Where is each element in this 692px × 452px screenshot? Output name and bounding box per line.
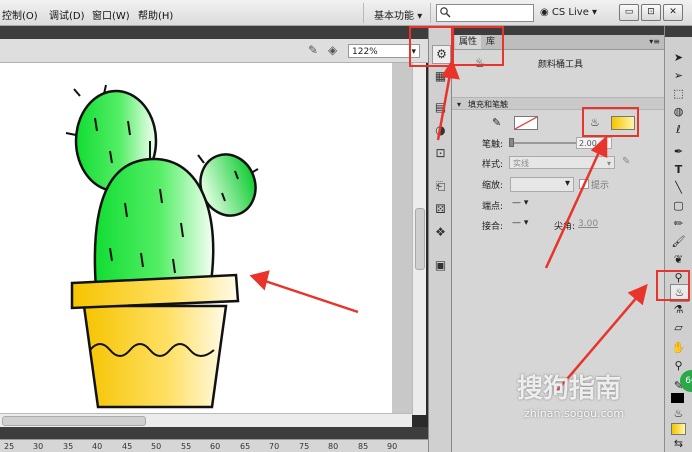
arrow-to-panel-icon — [436, 59, 460, 141]
watermark-url: zhinan.sogou.com — [524, 407, 625, 420]
arrow-to-fill-swatch — [544, 135, 608, 269]
watermark-text: 搜狗指南 — [517, 374, 622, 404]
arrow-to-cactus — [249, 270, 359, 314]
